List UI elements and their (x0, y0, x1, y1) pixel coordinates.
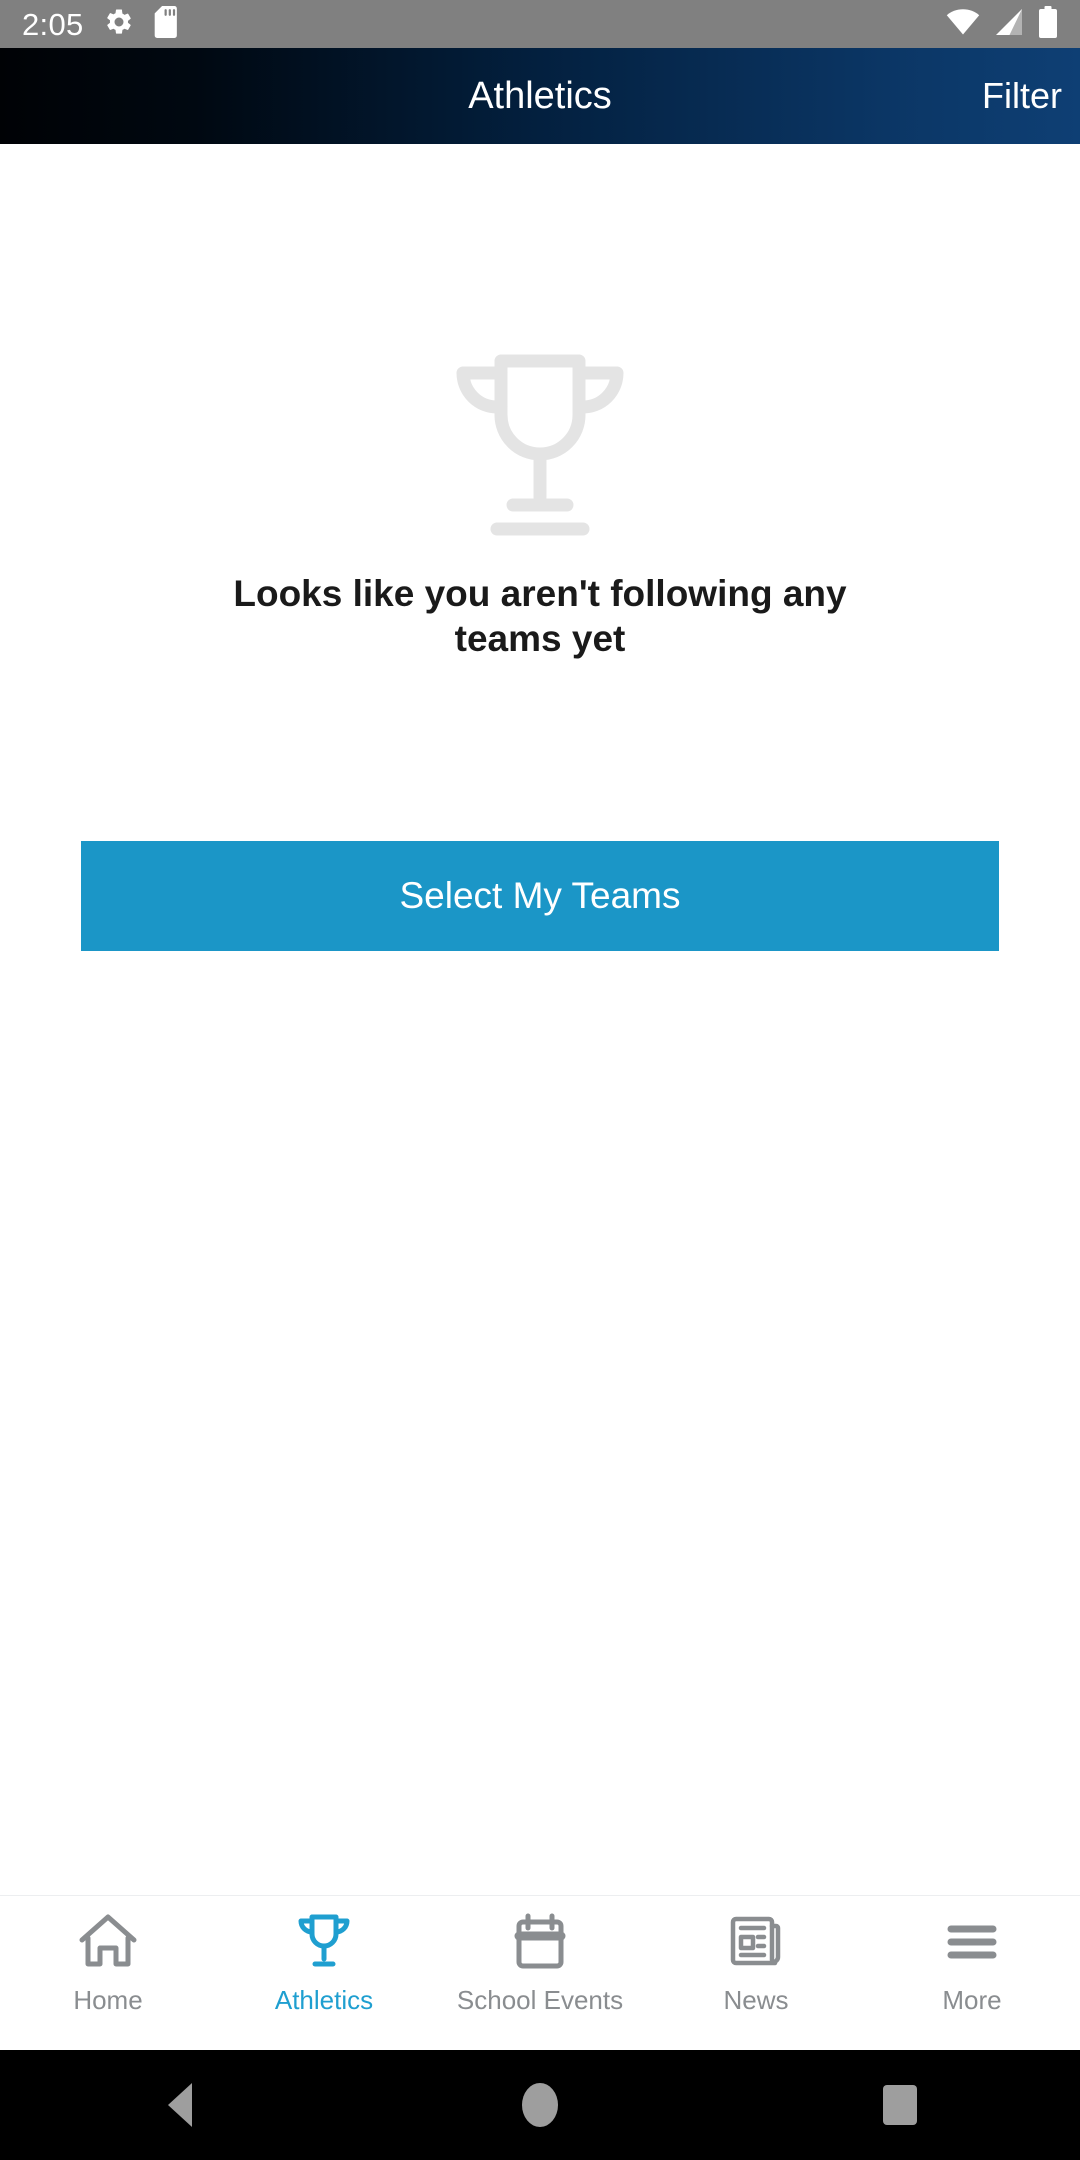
sd-card-icon (154, 5, 180, 43)
house-icon (76, 1912, 140, 1977)
nav-label-more: More (942, 1985, 1002, 2015)
hamburger-icon (941, 1912, 1003, 1977)
empty-state: Looks like you aren't following any team… (0, 349, 1080, 661)
select-my-teams-button[interactable]: Select My Teams (81, 841, 999, 951)
nav-item-news[interactable]: News (648, 1896, 864, 2050)
main-content: Looks like you aren't following any team… (0, 144, 1080, 1895)
cell-signal-icon (994, 8, 1024, 41)
nav-label-school-events: School Events (456, 1985, 624, 2015)
status-bar-left: 2:05 (22, 5, 180, 43)
trophy-icon (456, 354, 624, 536)
nav-item-athletics[interactable]: Athletics (216, 1896, 432, 2050)
page-title: Athletics (468, 75, 612, 117)
gear-icon (104, 7, 134, 42)
nav-item-home[interactable]: Home (0, 1896, 216, 2050)
nav-label-news: News (723, 1985, 789, 2015)
recents-square-icon (883, 2085, 917, 2125)
battery-icon (1038, 5, 1058, 43)
system-recents-button[interactable] (720, 2085, 1080, 2125)
filter-button[interactable]: Filter (982, 48, 1062, 144)
home-circle-icon (522, 2083, 558, 2127)
android-system-navigation-bar (0, 2050, 1080, 2160)
system-home-button[interactable] (360, 2083, 720, 2127)
system-back-button[interactable] (0, 2083, 360, 2127)
app-header: Athletics Filter (0, 48, 1080, 144)
calendar-icon (511, 1912, 569, 1977)
phone-screen: 2:05 Athletics Filter Looks like you are… (0, 0, 1080, 2160)
nav-label-athletics: Athletics (274, 1985, 374, 2015)
newspaper-icon (725, 1912, 787, 1977)
empty-state-message: Looks like you aren't following any team… (233, 573, 847, 660)
status-bar: 2:05 (0, 0, 1080, 48)
trophy-icon (293, 1912, 355, 1977)
back-triangle-icon (168, 2083, 192, 2127)
status-bar-right (946, 5, 1058, 43)
nav-item-more[interactable]: More (864, 1896, 1080, 2050)
wifi-icon (946, 8, 980, 41)
bottom-navigation-bar: Home Athletics School Events News More (0, 1895, 1080, 2050)
nav-item-school-events[interactable]: School Events (432, 1896, 648, 2050)
status-bar-clock: 2:05 (22, 6, 84, 42)
nav-label-home: Home (73, 1985, 143, 2015)
